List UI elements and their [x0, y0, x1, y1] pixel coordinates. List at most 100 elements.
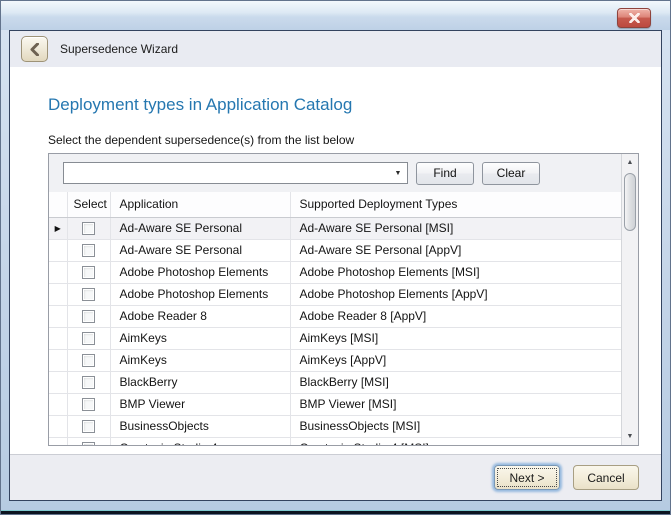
wizard-title: Supersedence Wizard: [60, 42, 178, 56]
supersedence-list-panel: ▼ Find Clear: [48, 153, 639, 446]
row-select-cell: [67, 261, 110, 283]
table-row[interactable]: Adobe Photoshop Elements Adobe Photoshop…: [49, 283, 621, 305]
table-row[interactable]: Camtasia Studio 4 Camtasia Studio 4 [MSI…: [49, 437, 621, 445]
row-checkbox[interactable]: [82, 420, 95, 433]
row-checkbox[interactable]: [82, 222, 95, 235]
table-row[interactable]: Adobe Photoshop Elements Adobe Photoshop…: [49, 261, 621, 283]
row-indicator-cell: [49, 371, 67, 393]
table-row[interactable]: Adobe Reader 8 Adobe Reader 8 [AppV]: [49, 305, 621, 327]
instruction-label: Select the dependent supersedence(s) fro…: [48, 133, 354, 147]
filter-combobox[interactable]: ▼: [63, 162, 408, 184]
wizard-client-area: Supersedence Wizard Deployment types in …: [9, 30, 662, 501]
clear-button[interactable]: Clear: [482, 162, 540, 185]
column-header-select[interactable]: Select: [67, 192, 110, 217]
scroll-down-icon[interactable]: ▼: [622, 428, 638, 445]
row-select-cell: [67, 393, 110, 415]
row-checkbox[interactable]: [82, 310, 95, 323]
page-title: Deployment types in Application Catalog: [48, 95, 352, 115]
current-row-icon: ▶: [55, 224, 61, 233]
row-select-cell: [67, 327, 110, 349]
row-application: Ad-Aware SE Personal: [110, 217, 290, 239]
row-application: Adobe Reader 8: [110, 305, 290, 327]
table-row[interactable]: BMP Viewer BMP Viewer [MSI]: [49, 393, 621, 415]
row-deployment-type: Adobe Photoshop Elements [MSI]: [290, 261, 621, 283]
scrollbar-thumb[interactable]: [624, 173, 636, 231]
table-row[interactable]: BusinessObjects BusinessObjects [MSI]: [49, 415, 621, 437]
row-indicator-cell: [49, 261, 67, 283]
wizard-page: Deployment types in Application Catalog …: [10, 67, 661, 454]
row-deployment-type: Adobe Photoshop Elements [AppV]: [290, 283, 621, 305]
row-application: BusinessObjects: [110, 415, 290, 437]
table-row[interactable]: BlackBerry BlackBerry [MSI]: [49, 371, 621, 393]
close-icon: [629, 13, 640, 23]
row-indicator-cell: [49, 305, 67, 327]
row-checkbox[interactable]: [82, 442, 95, 445]
table-row[interactable]: ▶ Ad-Aware SE Personal Ad-Aware SE Perso…: [49, 217, 621, 239]
wizard-header: Supersedence Wizard: [10, 31, 661, 67]
row-indicator-cell: [49, 415, 67, 437]
row-deployment-type: AimKeys [MSI]: [290, 327, 621, 349]
row-checkbox[interactable]: [82, 354, 95, 367]
row-deployment-type: AimKeys [AppV]: [290, 349, 621, 371]
row-indicator-cell: [49, 327, 67, 349]
supersedence-wizard-window: Supersedence Wizard Deployment types in …: [0, 0, 671, 515]
row-application: Adobe Photoshop Elements: [110, 261, 290, 283]
row-application: AimKeys: [110, 349, 290, 371]
row-application: AimKeys: [110, 327, 290, 349]
filter-input[interactable]: [64, 164, 389, 182]
grid-header-row: Select Application Supported Deployment …: [49, 192, 621, 217]
column-header-supported-deployment-types[interactable]: Supported Deployment Types: [290, 192, 621, 217]
row-select-cell: [67, 239, 110, 261]
row-indicator-cell: [49, 349, 67, 371]
titlebar[interactable]: [1, 1, 670, 30]
chevron-left-icon: [30, 43, 39, 56]
row-checkbox[interactable]: [82, 398, 95, 411]
row-deployment-type: BusinessObjects [MSI]: [290, 415, 621, 437]
table-row[interactable]: Ad-Aware SE Personal Ad-Aware SE Persona…: [49, 239, 621, 261]
row-indicator-cell: ▶: [49, 217, 67, 239]
next-button[interactable]: Next >: [494, 465, 560, 490]
find-button[interactable]: Find: [416, 162, 474, 185]
cancel-button[interactable]: Cancel: [573, 465, 639, 490]
row-checkbox[interactable]: [82, 376, 95, 389]
row-select-cell: [67, 415, 110, 437]
row-select-cell: [67, 217, 110, 239]
column-header-indicator: [49, 192, 67, 217]
row-select-cell: [67, 371, 110, 393]
row-checkbox[interactable]: [82, 288, 95, 301]
table-row[interactable]: AimKeys AimKeys [AppV]: [49, 349, 621, 371]
back-button[interactable]: [21, 36, 48, 62]
row-deployment-type: Adobe Reader 8 [AppV]: [290, 305, 621, 327]
row-deployment-type: Ad-Aware SE Personal [MSI]: [290, 217, 621, 239]
window-frame-border: [1, 511, 670, 514]
row-select-cell: [67, 283, 110, 305]
scroll-up-icon[interactable]: ▲: [622, 154, 638, 171]
row-indicator-cell: [49, 239, 67, 261]
column-header-application[interactable]: Application: [110, 192, 290, 217]
row-deployment-type: BlackBerry [MSI]: [290, 371, 621, 393]
row-indicator-cell: [49, 283, 67, 305]
vertical-scrollbar[interactable]: ▲ ▼: [621, 154, 638, 445]
filter-toolbar: ▼ Find Clear: [49, 154, 621, 192]
footer-bar: Next > Cancel: [10, 454, 661, 500]
row-checkbox[interactable]: [82, 332, 95, 345]
row-application: Adobe Photoshop Elements: [110, 283, 290, 305]
row-deployment-type: BMP Viewer [MSI]: [290, 393, 621, 415]
combobox-dropdown-icon[interactable]: ▼: [389, 170, 407, 177]
row-select-cell: [67, 349, 110, 371]
applications-grid: Select Application Supported Deployment …: [49, 192, 621, 445]
row-checkbox[interactable]: [82, 244, 95, 257]
row-application: BMP Viewer: [110, 393, 290, 415]
row-deployment-type: Camtasia Studio 4 [MSI]: [290, 437, 621, 445]
row-checkbox[interactable]: [82, 266, 95, 279]
row-application: Camtasia Studio 4: [110, 437, 290, 445]
row-select-cell: [67, 437, 110, 445]
table-row[interactable]: AimKeys AimKeys [MSI]: [49, 327, 621, 349]
table-body: ▶ Ad-Aware SE Personal Ad-Aware SE Perso…: [49, 217, 621, 445]
row-deployment-type: Ad-Aware SE Personal [AppV]: [290, 239, 621, 261]
row-indicator-cell: [49, 393, 67, 415]
row-indicator-cell: [49, 437, 67, 445]
row-select-cell: [67, 305, 110, 327]
row-application: Ad-Aware SE Personal: [110, 239, 290, 261]
close-button[interactable]: [617, 8, 651, 28]
